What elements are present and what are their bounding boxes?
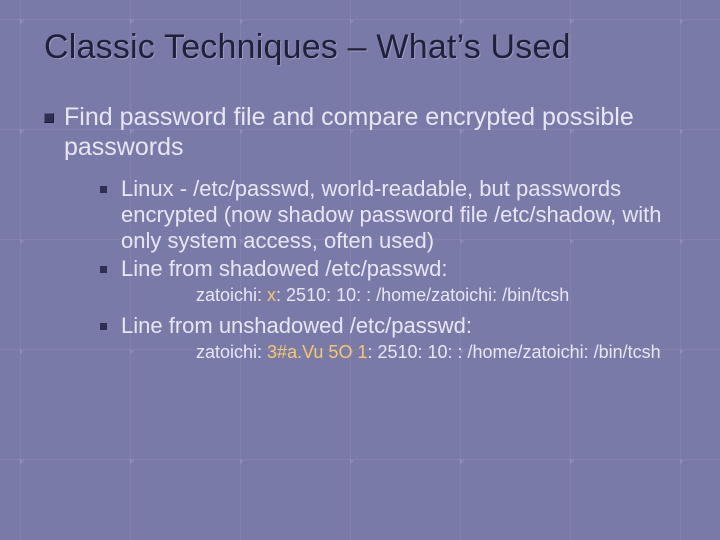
bullet-level1-text: Find password file and compare encrypted… [64,103,670,162]
small-square-bullet-icon [100,186,107,193]
bullet-level2-item: Linux - /etc/passwd, world-readable, but… [100,176,690,254]
small-square-bullet-icon [100,266,107,273]
bullet-level2-item: Line from unshadowed /etc/passwd: [100,313,690,339]
square-bullet-icon [44,113,54,123]
slide-content: Classic Techniques – What’s Used Find pa… [0,0,720,540]
code-post: : 2510: 10: : /home/zatoichi: /bin/tcsh [367,342,660,362]
code-line-shadowed: zatoichi: x: 2510: 10: : /home/zatoichi:… [100,284,690,307]
code-pre: zatoichi: [196,342,267,362]
bullet-level2-text: Linux - /etc/passwd, world-readable, but… [121,176,680,254]
code-highlight: 3#a.Vu 5O 1 [267,342,367,362]
code-line-unshadowed: zatoichi: 3#a.Vu 5O 1: 2510: 10: : /home… [100,341,690,364]
small-square-bullet-icon [100,323,107,330]
bullet-level2-text: Line from unshadowed /etc/passwd: [121,313,472,339]
code-highlight: x [267,285,276,305]
code-pre: zatoichi: [196,285,267,305]
slide-title: Classic Techniques – What’s Used [44,28,690,67]
bullet-level2-text: Line from shadowed /etc/passwd: [121,256,448,282]
bullet-level1: Find password file and compare encrypted… [44,103,690,162]
code-post: : 2510: 10: : /home/zatoichi: /bin/tcsh [276,285,569,305]
bullet-level2-group: Linux - /etc/passwd, world-readable, but… [44,176,690,365]
bullet-level2-item: Line from shadowed /etc/passwd: [100,256,690,282]
